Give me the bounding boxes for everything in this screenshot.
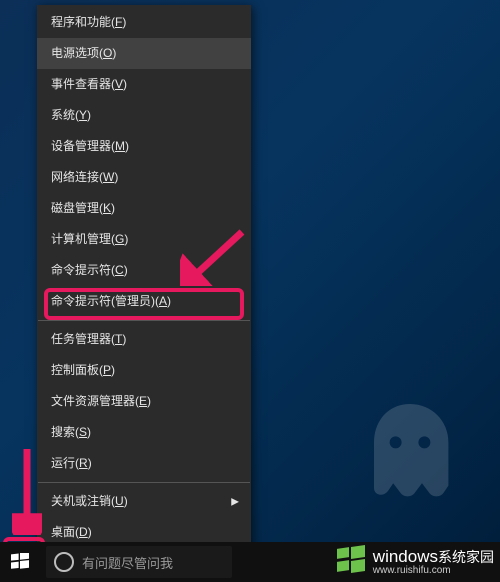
windows-logo-icon xyxy=(11,553,29,571)
menu-item-hotkey: (K) xyxy=(99,201,115,215)
watermark-brand-main: windows xyxy=(373,547,438,566)
menu-item-label: 磁盘管理 xyxy=(51,201,99,215)
menu-item-label: 计算机管理 xyxy=(51,232,111,246)
watermark-brand-url: www.ruishifu.com xyxy=(373,565,494,576)
menu-item-hotkey: (W) xyxy=(99,170,118,184)
menu-item-9[interactable]: 命令提示符(管理员)(A) xyxy=(37,286,251,317)
menu-item-hotkey: (Y) xyxy=(75,108,91,122)
menu-item-label: 程序和功能 xyxy=(51,15,111,29)
menu-item-14[interactable]: 搜索(S) xyxy=(37,417,251,448)
menu-item-label: 运行 xyxy=(51,456,75,470)
winx-context-menu: 程序和功能(F)电源选项(O)事件查看器(V)系统(Y)设备管理器(M)网络连接… xyxy=(37,5,251,550)
menu-separator xyxy=(38,320,250,321)
search-placeholder-text: 有问题尽管问我 xyxy=(82,553,173,572)
menu-item-hotkey: (P) xyxy=(99,363,115,377)
menu-item-17[interactable]: 关机或注销(U) ▶ xyxy=(37,486,251,517)
menu-item-11[interactable]: 任务管理器(T) xyxy=(37,324,251,355)
menu-item-hotkey: (A) xyxy=(155,294,171,308)
menu-item-3[interactable]: 系统(Y) xyxy=(37,100,251,131)
menu-item-8[interactable]: 命令提示符(C) xyxy=(37,255,251,286)
menu-item-hotkey: (D) xyxy=(75,525,92,539)
menu-item-label: 系统 xyxy=(51,108,75,122)
menu-item-hotkey: (R) xyxy=(75,456,92,470)
menu-item-label: 命令提示符(管理员) xyxy=(51,294,155,308)
menu-item-label: 桌面 xyxy=(51,525,75,539)
menu-item-12[interactable]: 控制面板(P) xyxy=(37,355,251,386)
start-button[interactable] xyxy=(0,542,40,582)
menu-item-5[interactable]: 网络连接(W) xyxy=(37,162,251,193)
menu-item-7[interactable]: 计算机管理(G) xyxy=(37,224,251,255)
menu-item-label: 电源选项 xyxy=(51,46,99,60)
watermark-brand-sub: 系统家园 xyxy=(438,549,494,565)
menu-item-hotkey: (U) xyxy=(111,494,128,508)
menu-item-label: 网络连接 xyxy=(51,170,99,184)
menu-item-label: 命令提示符 xyxy=(51,263,111,277)
desktop: 程序和功能(F)电源选项(O)事件查看器(V)系统(Y)设备管理器(M)网络连接… xyxy=(0,0,500,582)
menu-item-label: 事件查看器 xyxy=(51,77,111,91)
menu-item-hotkey: (M) xyxy=(111,139,129,153)
menu-item-label: 搜索 xyxy=(51,425,75,439)
menu-item-13[interactable]: 文件资源管理器(E) xyxy=(37,386,251,417)
menu-item-label: 设备管理器 xyxy=(51,139,111,153)
menu-item-6[interactable]: 磁盘管理(K) xyxy=(37,193,251,224)
menu-item-hotkey: (O) xyxy=(99,46,116,60)
menu-item-hotkey: (S) xyxy=(75,425,91,439)
menu-separator xyxy=(38,482,250,483)
menu-item-2[interactable]: 事件查看器(V) xyxy=(37,69,251,100)
watermark-windows-icon xyxy=(337,546,367,576)
chevron-right-icon: ▶ xyxy=(231,486,239,517)
menu-item-hotkey: (C) xyxy=(111,263,128,277)
menu-item-0[interactable]: 程序和功能(F) xyxy=(37,7,251,38)
watermark-brand: windows系统家园 www.ruishifu.com xyxy=(337,546,494,576)
cortana-circle-icon xyxy=(54,552,74,572)
menu-item-label: 关机或注销 xyxy=(51,494,111,508)
watermark-ghost-icon xyxy=(350,392,470,512)
menu-item-label: 文件资源管理器 xyxy=(51,394,135,408)
menu-item-hotkey: (E) xyxy=(135,394,151,408)
menu-item-hotkey: (T) xyxy=(111,332,126,346)
menu-item-hotkey: (F) xyxy=(111,15,126,29)
menu-item-label: 任务管理器 xyxy=(51,332,111,346)
menu-item-hotkey: (G) xyxy=(111,232,128,246)
menu-item-label: 控制面板 xyxy=(51,363,99,377)
menu-item-15[interactable]: 运行(R) xyxy=(37,448,251,479)
menu-item-4[interactable]: 设备管理器(M) xyxy=(37,131,251,162)
cortana-search-box[interactable]: 有问题尽管问我 xyxy=(46,546,232,578)
menu-item-hotkey: (V) xyxy=(111,77,127,91)
menu-item-1[interactable]: 电源选项(O) xyxy=(37,38,251,69)
